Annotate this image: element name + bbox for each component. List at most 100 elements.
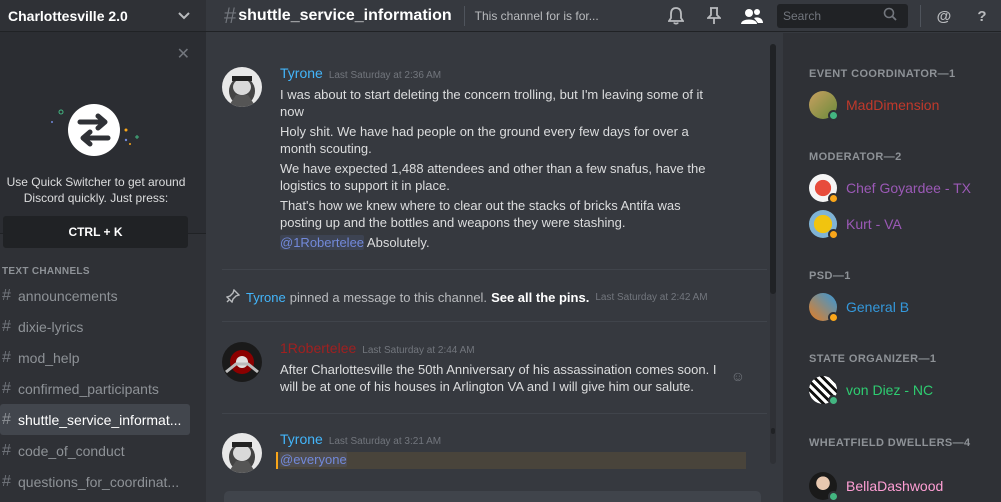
channel-header: # shuttle_service_information This chann… [206,0,1001,32]
message-group: 1Robertelee Last Saturday at 2:44 AM Afte… [222,340,767,395]
online-status-icon [828,395,839,406]
message-list: Tyrone Last Saturday at 2:36 AM I was abo… [206,33,771,502]
scrollbar-thumb[interactable] [770,44,776,294]
message-composer[interactable] [224,491,761,502]
pin-text: pinned a message to this channel. [289,289,488,305]
channel-label: questions_for_coordinat... [18,473,180,490]
message-divider [222,321,767,322]
member-chef-goyardee[interactable]: Chef Goyardee - TX [809,172,971,204]
hash-icon: # [2,348,11,366]
channel-title: shuttle_service_information [238,6,452,24]
close-icon[interactable]: ✕ [177,44,190,64]
hash-icon: # [2,441,11,459]
avatar[interactable] [222,67,262,107]
online-status-icon [828,110,839,121]
pin-icon[interactable] [703,5,725,27]
channel-label: announcements [18,287,118,304]
hash-icon: # [2,379,11,397]
channel-questions-for-coordinators[interactable]: # questions_for_coordinat... [0,466,206,497]
member-name: BellaDashwood [846,478,944,494]
member-belladashwood[interactable]: BellaDashwood [809,470,943,502]
header-divider [463,5,465,26]
server-header[interactable]: Charlottesville 2.0 [0,0,206,32]
message-text: I was about to start deleting the concer… [280,87,704,119]
search-input[interactable] [783,9,883,23]
channel-label: code_of_conduct [18,442,125,459]
search-icon [883,7,897,26]
message-author[interactable]: Tyrone [280,431,323,447]
see-all-pins-link[interactable]: See all the pins. [491,290,589,305]
channel-sidebar: Charlottesville 2.0 ✕ Use Quick Switcher… [0,0,206,502]
pin-author[interactable]: Tyrone [246,290,286,305]
avatar [809,91,839,121]
shortcut-button[interactable]: CTRL + K [3,216,188,248]
header-toolbar: @ ? [657,0,1001,32]
message-text-suffix: Absolutely. [364,235,430,250]
channel-code-of-conduct[interactable]: # code_of_conduct [0,435,206,466]
everyone-mention[interactable]: @everyone [280,452,347,467]
scrollbar-track[interactable] [770,44,776,464]
channel-announcements[interactable]: # announcements [0,280,206,311]
avatar[interactable] [222,342,262,382]
channel-label: mod_help [18,349,80,366]
idle-status-icon [828,193,839,204]
channel-shuttle-service-information[interactable]: # shuttle_service_informat... [0,404,190,435]
server-name: Charlottesville 2.0 [8,7,128,24]
member-von-diez[interactable]: von Diez - NC [809,374,933,406]
message-group: Tyrone Last Saturday at 3:21 AM @everyone [222,431,767,473]
avatar[interactable] [222,433,262,473]
search-bar[interactable] [777,4,908,28]
hash-icon: # [224,2,237,28]
highlighted-message: @everyone [276,452,746,469]
toolbar-divider [920,5,921,27]
avatar [809,174,839,204]
hash-icon: # [2,472,11,490]
idle-status-icon [828,312,839,323]
avatar [809,376,839,406]
member-name: MadDimension [846,97,940,113]
online-status-icon [828,491,839,502]
member-name: von Diez - NC [846,382,934,398]
message-text: Holy shit. We have had people on the gro… [280,124,689,156]
quick-switcher-promo: ✕ Use Quick Switcher to get around Disco… [0,32,206,248]
role-heading: STATE ORGANIZER—1 [809,353,937,365]
channel-list: TEXT CHANNELS # announcements # dixie-lyri… [0,258,206,497]
channel-confirmed-participants[interactable]: # confirmed_participants [0,373,206,404]
chevron-down-icon[interactable] [178,9,190,23]
add-reaction-icon[interactable]: ☺ [731,368,745,384]
channel-topic[interactable]: This channel for is for... [475,9,635,23]
help-icon[interactable]: ? [971,5,993,27]
bell-icon[interactable] [665,5,687,27]
message-text: @1Robertelee Absolutely. [280,234,720,251]
avatar [809,210,839,240]
member-kurt-va[interactable]: Kurt - VA [809,208,902,240]
message-text: After Charlottesville the 50th Anniversa… [280,362,717,394]
member-maddimension[interactable]: MadDimension [809,89,939,121]
pin-notice: Tyrone pinned a message to this channel.… [225,287,766,307]
pin-timestamp: Last Saturday at 2:42 AM [595,291,708,303]
member-name: Chef Goyardee - TX [846,180,972,196]
channel-dixie-lyrics[interactable]: # dixie-lyrics [0,311,206,342]
member-name: General B [846,299,910,315]
message-author[interactable]: Tyrone [280,65,323,81]
scroll-marker [771,428,775,434]
hash-icon: # [2,410,11,428]
message-author[interactable]: 1Robertelee [280,340,356,356]
message-divider [222,413,767,414]
mentions-icon[interactable]: @ [933,5,955,27]
message-text: That's how we knew where to clear out th… [280,198,681,230]
member-name: Kurt - VA [846,216,902,232]
channel-mod-help[interactable]: # mod_help [0,342,206,373]
message-group: Tyrone Last Saturday at 2:36 AM I was abo… [222,65,767,251]
role-heading: PSD—1 [809,270,851,282]
role-heading: EVENT COORDINATOR—1 [809,68,956,80]
channel-label: shuttle_service_informat... [18,411,182,428]
avatar [809,472,839,502]
message-text: We have expected 1,488 attendees and oth… [280,161,706,193]
member-general-b[interactable]: General B [809,291,909,323]
user-mention[interactable]: @1Robertelee [280,235,365,250]
message-timestamp: Last Saturday at 2:44 AM [362,345,475,356]
text-channels-heading[interactable]: TEXT CHANNELS [0,258,206,280]
message-timestamp: Last Saturday at 3:21 AM [328,436,442,447]
members-icon[interactable] [741,5,763,27]
